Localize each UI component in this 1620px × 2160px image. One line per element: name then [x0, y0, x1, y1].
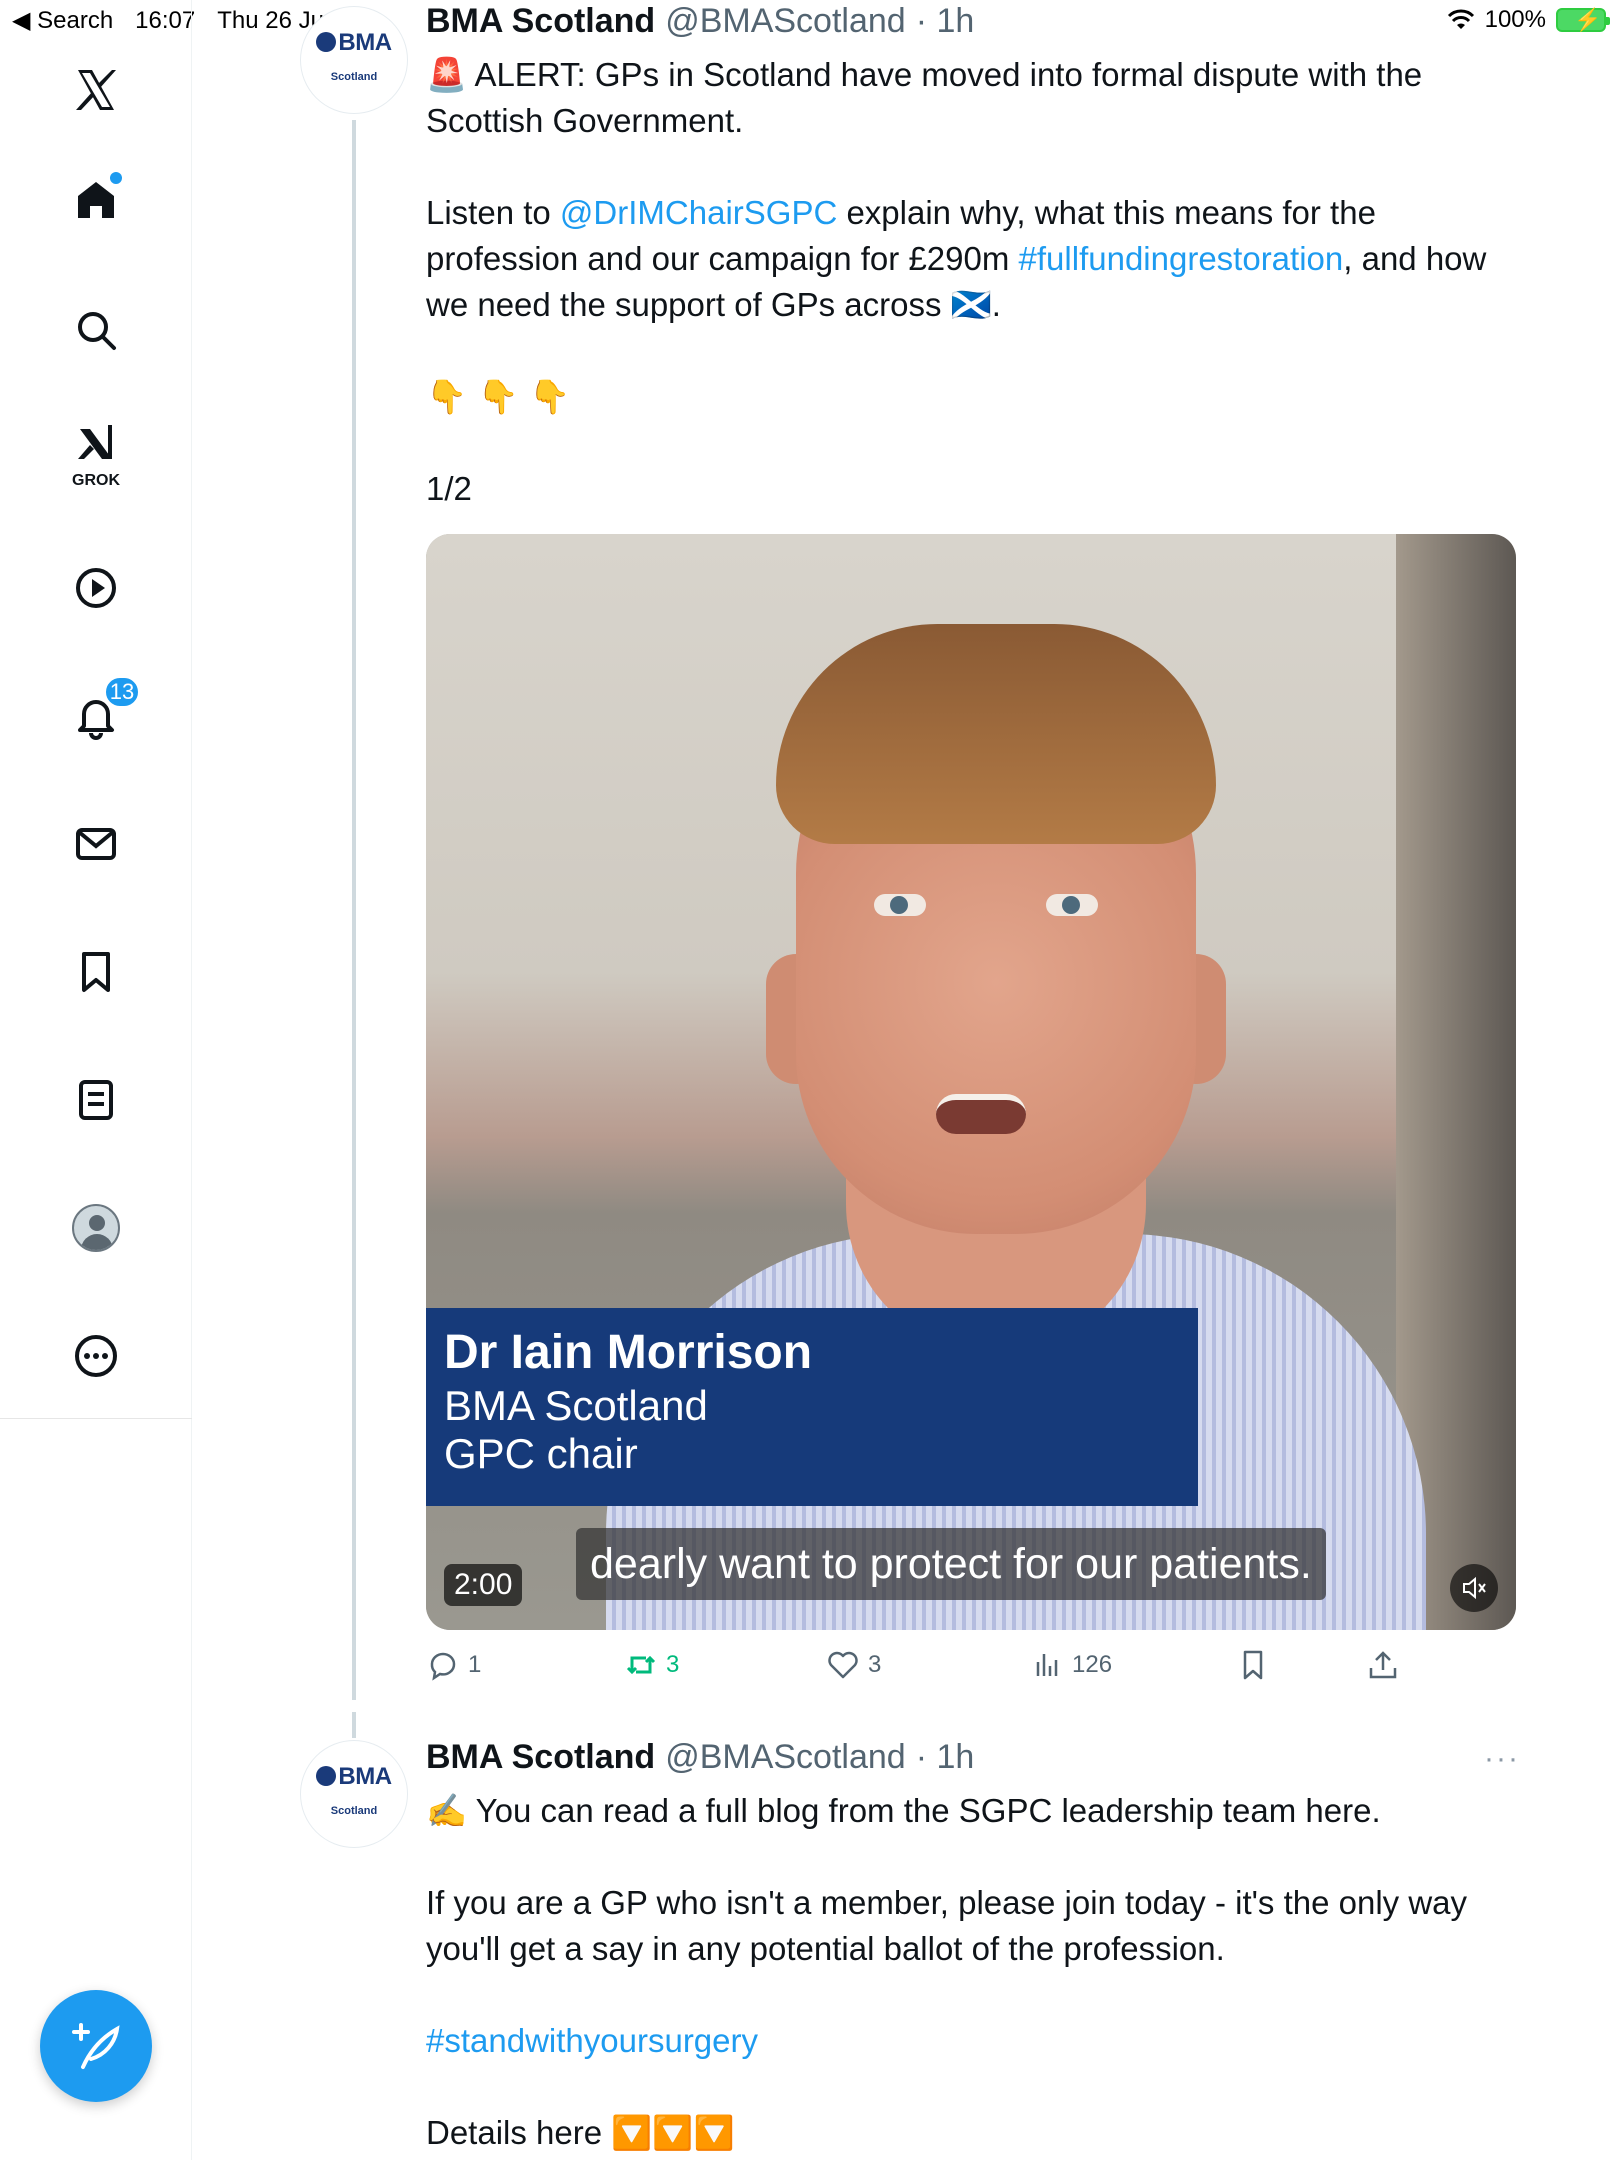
- lower-third-role: GPC chair: [444, 1430, 638, 1477]
- grok-label: GROK: [72, 472, 120, 489]
- globe-icon: [316, 1766, 337, 1786]
- avatar-sub-text: Scotland: [330, 71, 378, 83]
- avatar-sub-text: Scotland: [330, 1805, 378, 1817]
- tweet1-video-player[interactable]: Dr Iain Morrison BMA Scotland GPC chair …: [426, 534, 1516, 1630]
- tweet2-header: BMA Scotland @BMAScotland · 1h: [426, 1738, 974, 1777]
- avatar-logo-text: BMA: [338, 29, 392, 56]
- like-button[interactable]: 3: [826, 1648, 881, 1682]
- repost-count: 3: [666, 1651, 680, 1678]
- profile-avatar: [72, 1204, 120, 1252]
- tweet2-paragraph-4: Details here 🔽🔽🔽: [426, 2113, 735, 2152]
- speaker-muted-icon: [1463, 1576, 1486, 1600]
- sidebar-nav: GROK 13: [0, 0, 192, 2160]
- mute-toggle-button[interactable]: [1450, 1564, 1498, 1612]
- video-duration: 2:00: [444, 1564, 523, 1606]
- thread-counter: 1/2: [426, 470, 472, 507]
- tweet2-timestamp[interactable]: · 1h: [916, 1738, 975, 1777]
- thread-connector-bottom: [352, 1712, 356, 1738]
- scotland-flag-emoji: 🏴󠁧󠁢󠁳󠁣󠁴󠁿: [950, 285, 992, 324]
- heart-icon: [828, 1651, 858, 1679]
- down-button-emojis: 🔽🔽🔽: [611, 2113, 735, 2152]
- notifications-badge: 13: [104, 676, 140, 708]
- play-circle-icon: [76, 568, 116, 608]
- writing-hand-emoji: ✍️: [426, 1791, 468, 1830]
- tweet1-body: 🚨 ALERT: GPs in Scotland have moved into…: [426, 52, 1526, 558]
- mail-icon: [76, 828, 116, 860]
- sidebar-item-bookmarks[interactable]: [56, 932, 136, 1012]
- tweet1-paragraph-2: Listen to @DrIMChairSGPC explain why, wh…: [426, 194, 1487, 324]
- views-button[interactable]: 126: [1030, 1648, 1112, 1682]
- grok-icon: [78, 425, 112, 459]
- tweet1-avatar[interactable]: BMA Scotland: [300, 6, 408, 114]
- tweet2-paragraph-2: If you are a GP who isn't a member, plea…: [426, 1884, 1468, 1967]
- siren-emoji: 🚨: [426, 55, 468, 94]
- sidebar-item-search[interactable]: [56, 290, 136, 370]
- tweet1-timestamp[interactable]: · 1h: [916, 2, 975, 41]
- wifi-icon: [1447, 9, 1474, 29]
- reply-button[interactable]: 1: [426, 1648, 481, 1682]
- compose-post-button[interactable]: [40, 1990, 152, 2102]
- lower-third-name: Dr Iain Morrison: [444, 1326, 813, 1379]
- reply-icon: [430, 1652, 456, 1681]
- tweet1-author-handle[interactable]: @BMAScotland: [665, 2, 906, 41]
- search-icon: [78, 312, 116, 350]
- tweet1-paragraph-1: 🚨 ALERT: GPs in Scotland have moved into…: [426, 55, 1423, 139]
- sidebar-item-more[interactable]: [56, 1316, 136, 1396]
- bookmark-button[interactable]: [1236, 1648, 1270, 1682]
- sidebar-item-notifications[interactable]: 13: [56, 676, 140, 756]
- tweet2-body: ✍️ You can read a full blog from the SGP…: [426, 1788, 1526, 2160]
- sidebar-item-home[interactable]: [56, 160, 136, 240]
- home-unread-dot: [110, 172, 122, 184]
- sidebar-item-videos[interactable]: [56, 548, 136, 628]
- repost-button[interactable]: 3: [624, 1648, 679, 1682]
- sidebar-item-lists[interactable]: [56, 1060, 136, 1140]
- avatar-logo-text: BMA: [338, 1763, 392, 1790]
- sidebar-item-messages[interactable]: [56, 804, 136, 884]
- video-lower-third: Dr Iain Morrison BMA Scotland GPC chair: [426, 1308, 1198, 1506]
- thread-connector: [352, 120, 356, 1700]
- x-logo-icon[interactable]: [56, 50, 136, 130]
- share-icon: [1369, 1651, 1397, 1679]
- battery-percent: 100%: [1484, 6, 1546, 33]
- hashtag-link[interactable]: #standwithyoursurgery: [426, 2018, 1526, 2064]
- hashtag-link[interactable]: #fullfundingrestoration: [1019, 240, 1344, 277]
- reply-count: 1: [468, 1651, 482, 1678]
- sidebar-divider: [0, 1418, 192, 1419]
- tweet1-author-name[interactable]: BMA Scotland: [426, 2, 655, 41]
- more-circle-icon: [75, 1335, 117, 1377]
- feather-plus-icon: [72, 2023, 120, 2069]
- repost-icon: [626, 1655, 656, 1675]
- tweet1-actions: 1 3 3 126: [426, 1648, 1426, 1688]
- tweet2-paragraph-1: ✍️ You can read a full blog from the SGP…: [426, 1791, 1381, 1830]
- sidebar-item-grok[interactable]: GROK: [56, 412, 136, 492]
- video-subtitle: dearly want to protect for our patients.: [576, 1528, 1326, 1600]
- sidebar-item-profile[interactable]: [56, 1188, 136, 1268]
- battery-icon: ⚡: [1556, 7, 1610, 32]
- lower-third-org: BMA Scotland: [444, 1382, 708, 1429]
- pointing-down-emojis: 👇 👇 👇: [426, 377, 571, 416]
- bookmark-icon: [82, 952, 110, 992]
- analytics-icon: [1036, 1654, 1058, 1676]
- globe-icon: [316, 32, 337, 52]
- share-button[interactable]: [1366, 1648, 1400, 1682]
- tweet2-author-name[interactable]: BMA Scotland: [426, 1738, 655, 1777]
- mention-link[interactable]: @DrIMChairSGPC: [560, 194, 837, 231]
- tweet1-header: BMA Scotland @BMAScotland · 1h: [426, 2, 974, 41]
- tweet2-more-button[interactable]: ···: [1484, 1742, 1520, 1776]
- tweet2-author-handle[interactable]: @BMAScotland: [665, 1738, 906, 1777]
- tweet2-avatar[interactable]: BMA Scotland: [300, 1740, 408, 1848]
- view-count: 126: [1072, 1651, 1113, 1678]
- list-icon: [79, 1080, 113, 1120]
- bookmark-icon: [1243, 1650, 1263, 1680]
- like-count: 3: [868, 1651, 882, 1678]
